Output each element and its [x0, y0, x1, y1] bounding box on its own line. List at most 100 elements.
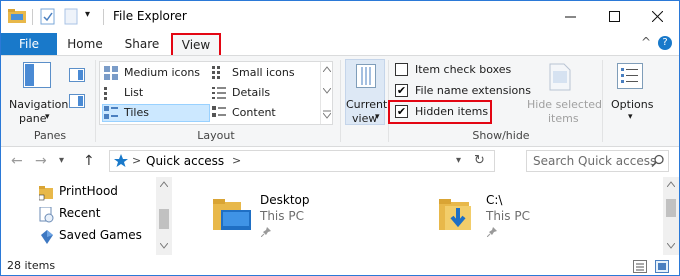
group-separator: [340, 60, 341, 142]
pin-icon: [260, 227, 271, 240]
search-box[interactable]: Search Quick access: [526, 150, 669, 172]
pin-icon: [486, 227, 497, 240]
layout-group-label: Layout: [197, 129, 235, 142]
details-view-icon[interactable]: [633, 260, 647, 275]
minimize-button[interactable]: [548, 1, 592, 31]
item-check-boxes-label: Item check boxes: [415, 63, 512, 76]
nav-pane-scroll-thumb[interactable]: [159, 209, 169, 229]
ribbon-tabs: File Home Share View ^ ?: [1, 33, 679, 55]
small-icons-label: Small icons: [232, 66, 295, 79]
title-bar: ▾ File Explorer: [1, 1, 679, 33]
address-box[interactable]: > Quick access > ▾ ↻: [109, 150, 495, 172]
current-view-dropdown-icon: ▾: [375, 112, 380, 122]
nav-item-label: Recent: [59, 206, 101, 220]
forward-button[interactable]: →: [35, 153, 47, 169]
large-icons-view-icon[interactable]: [655, 260, 669, 275]
layout-tiles[interactable]: Tiles: [102, 104, 210, 122]
ribbon-view: Navigation pane ▾ Panes Medium icons Sma…: [1, 55, 679, 147]
navigation-pane-label: Navigation: [9, 98, 69, 111]
tab-view[interactable]: View: [171, 33, 221, 55]
item-check-boxes-option[interactable]: Item check boxes: [393, 62, 521, 78]
tile-location: This PC: [486, 209, 530, 223]
layout-gallery-scroller[interactable]: [320, 62, 332, 124]
group-separator: [95, 60, 96, 142]
panes-group-label: Panes: [33, 129, 67, 142]
collapse-ribbon-icon[interactable]: ^: [641, 35, 651, 49]
recent-locations-button[interactable]: ▾: [59, 155, 64, 166]
nav-pane-scrollbar[interactable]: [156, 177, 172, 255]
small-icons-icon: [212, 66, 226, 83]
hidden-items-option[interactable]: ✔ Hidden items: [393, 104, 489, 120]
maximize-button[interactable]: [592, 1, 636, 31]
nav-item-saved-games[interactable]: Saved Games: [1, 227, 156, 247]
current-view-button[interactable]: Current view ▾: [345, 59, 387, 125]
layout-content[interactable]: Content: [212, 104, 316, 122]
tile-c-drive[interactable]: C:\ This PC: [437, 191, 607, 243]
tile-name: Desktop: [260, 193, 310, 207]
medium-icons-label: Medium icons: [124, 66, 201, 79]
details-pane-icon[interactable]: [69, 94, 85, 111]
hidden-items-checkbox[interactable]: ✔: [395, 105, 408, 118]
hide-selected-label-2: items: [548, 112, 579, 125]
layout-medium-icons[interactable]: Medium icons: [102, 64, 210, 82]
tab-file[interactable]: File: [1, 33, 57, 55]
navigation-pane-label-2: pane: [19, 112, 47, 125]
breadcrumb-separator[interactable]: >: [132, 154, 141, 167]
qat-customize-dropdown-icon[interactable]: ▾: [85, 9, 90, 20]
maximize-icon: [608, 10, 620, 22]
options-button[interactable]: Options ▾: [607, 60, 657, 126]
help-icon[interactable]: ?: [658, 36, 672, 50]
navigation-pane-button[interactable]: Navigation pane ▾: [3, 60, 69, 126]
hide-selected-label: Hide selected: [527, 98, 603, 111]
list-icon: [104, 86, 118, 103]
scroll-down-icon[interactable]: [667, 243, 675, 249]
tab-share[interactable]: Share: [119, 33, 165, 55]
refresh-icon[interactable]: ↻: [474, 153, 485, 168]
details-icon: [212, 86, 226, 103]
nav-item-recent[interactable]: Recent: [1, 205, 156, 225]
breadcrumb-trailing-separator[interactable]: >: [232, 154, 241, 167]
medium-icons-icon: [104, 66, 118, 83]
close-button[interactable]: [635, 1, 679, 31]
desktop-folder-icon: [211, 194, 251, 237]
file-explorer-window: ▾ File Explorer File Home Share View ^ ?…: [0, 0, 680, 276]
file-name-extensions-checkbox[interactable]: ✔: [395, 84, 408, 97]
shortcut-folder-icon: [38, 185, 55, 204]
search-input[interactable]: Search Quick access: [533, 154, 656, 168]
navigation-pane-dropdown-icon: ▾: [45, 112, 50, 122]
options-icon: [617, 63, 643, 92]
status-bar: 28 items: [1, 257, 679, 275]
content-icon: [212, 106, 226, 123]
hide-selected-items-button[interactable]: Hide selected items: [525, 60, 602, 126]
search-icon: [651, 154, 665, 171]
tiles-label: Tiles: [124, 106, 149, 119]
breadcrumb-quick-access[interactable]: Quick access: [146, 154, 224, 168]
gallery-up-icon: [323, 66, 331, 72]
tile-desktop[interactable]: Desktop This PC: [211, 191, 371, 243]
layout-details[interactable]: Details: [212, 84, 316, 102]
address-dropdown-icon[interactable]: ▾: [456, 155, 461, 166]
tab-home[interactable]: Home: [63, 33, 107, 55]
layout-list[interactable]: List: [102, 84, 210, 102]
qat-separator: [32, 9, 33, 25]
content-scrollbar[interactable]: [663, 177, 679, 255]
saved-games-icon: [39, 229, 55, 248]
current-view-label-2: view: [352, 112, 378, 125]
file-name-extensions-option[interactable]: ✔ File name extensions: [393, 83, 533, 99]
scroll-up-icon[interactable]: [667, 181, 675, 187]
properties-icon[interactable]: [40, 8, 56, 28]
preview-pane-icon[interactable]: [69, 68, 85, 85]
content-scroll-thumb[interactable]: [666, 199, 676, 217]
nav-item-printhood[interactable]: PrintHood: [1, 183, 156, 203]
item-check-boxes-checkbox[interactable]: [395, 63, 408, 76]
up-button[interactable]: ↑: [83, 153, 95, 169]
back-button[interactable]: ←: [11, 153, 23, 169]
recent-files-icon: [39, 206, 55, 226]
layout-small-icons[interactable]: Small icons: [212, 64, 316, 82]
new-folder-qat-icon[interactable]: [64, 8, 78, 28]
scroll-down-icon[interactable]: [160, 243, 168, 249]
options-label: Options: [611, 98, 654, 111]
close-icon: [651, 10, 663, 22]
navigation-pane-icon: [23, 62, 51, 91]
scroll-up-icon[interactable]: [160, 181, 168, 187]
